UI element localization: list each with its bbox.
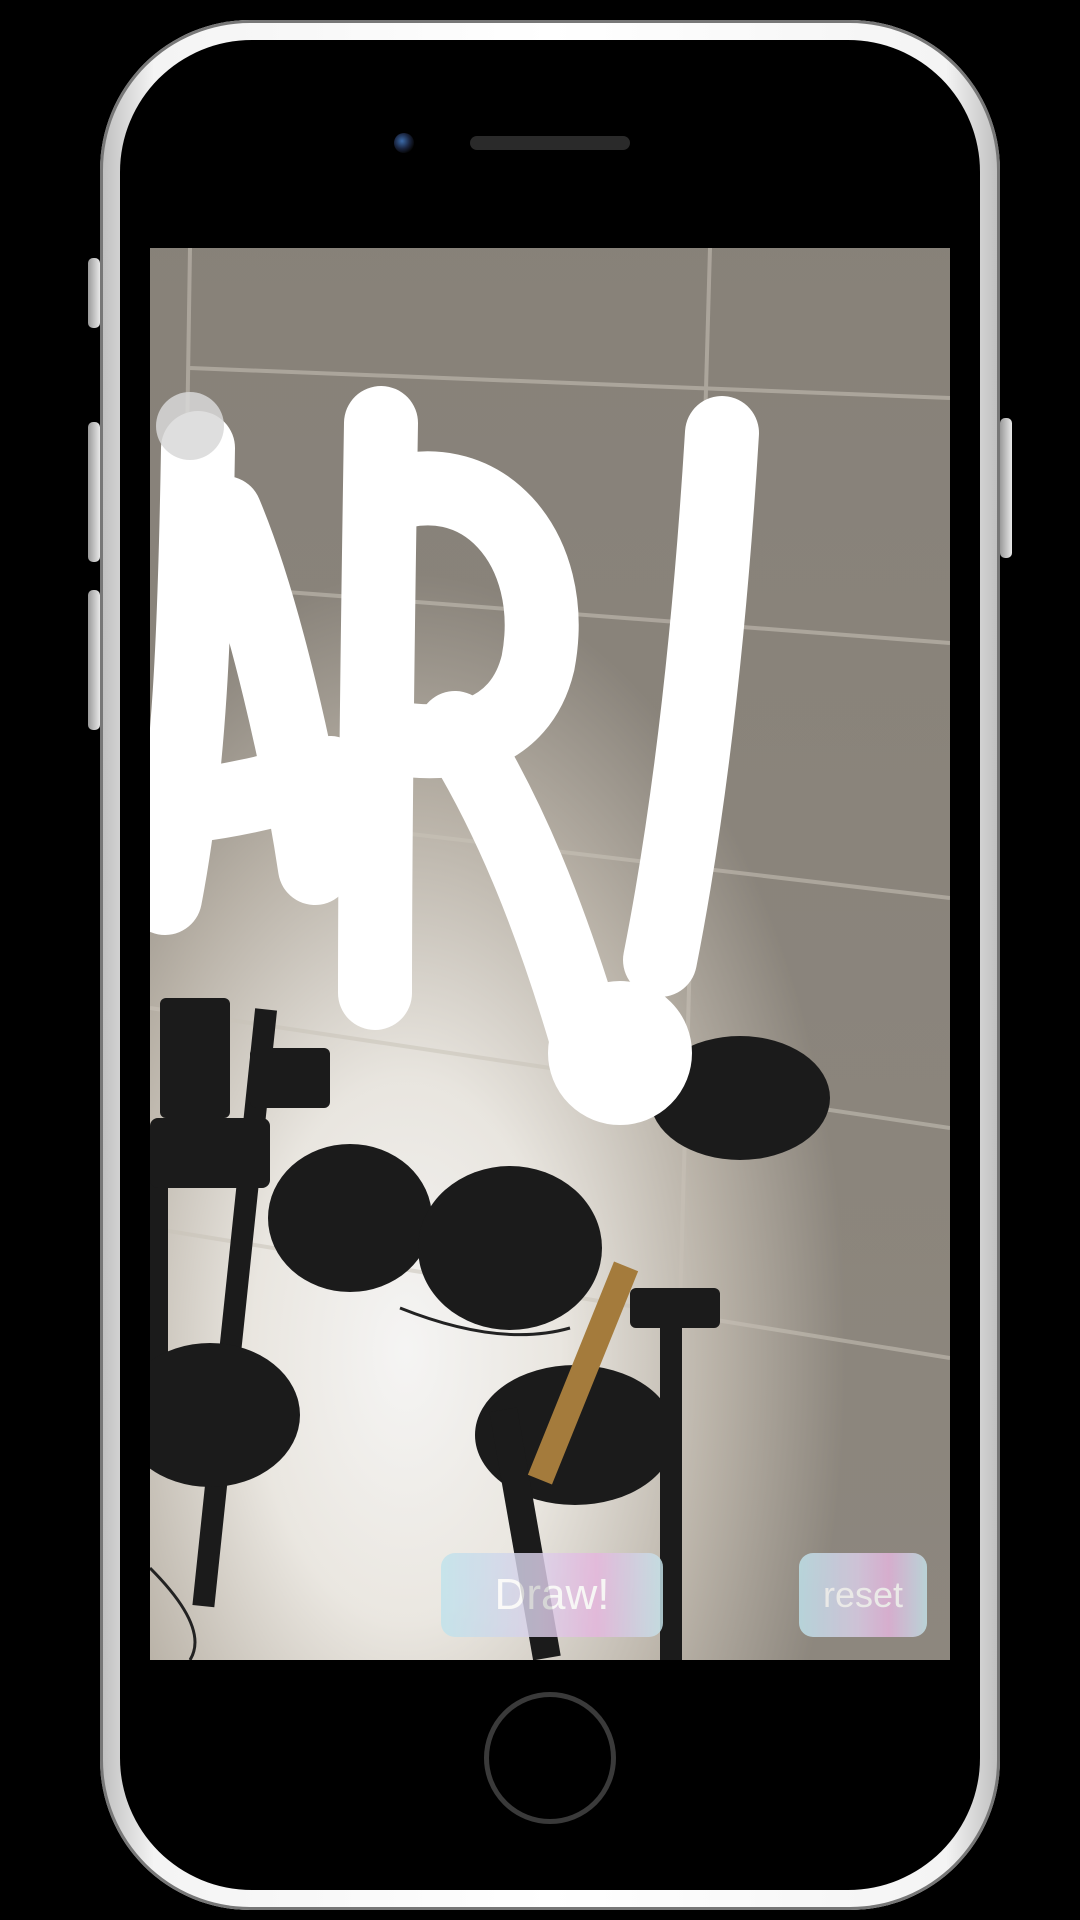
drawn-stroke-exclamation-bar xyxy=(623,396,759,997)
front-camera-icon xyxy=(394,133,414,153)
home-button-icon[interactable] xyxy=(484,1692,616,1824)
earpiece-speaker-icon xyxy=(470,136,630,150)
volume-down-button xyxy=(88,590,100,730)
ar-drawing-canvas[interactable] xyxy=(150,248,950,1660)
volume-up-button xyxy=(88,422,100,562)
drawing-cursor-icon xyxy=(156,392,224,460)
power-button xyxy=(1000,418,1012,558)
draw-button[interactable]: Draw! xyxy=(441,1553,663,1637)
drawn-stroke-exclamation-dot xyxy=(548,981,692,1125)
reset-button[interactable]: reset xyxy=(799,1553,927,1637)
mute-switch xyxy=(88,258,100,328)
ar-screen[interactable]: Draw! reset xyxy=(150,248,950,1660)
